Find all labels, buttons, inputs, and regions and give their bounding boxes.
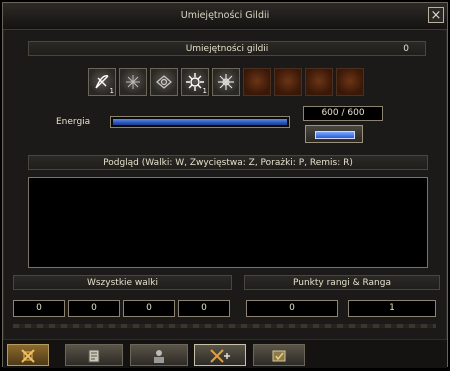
approve-icon <box>272 350 286 362</box>
fights-total: 0 <box>13 300 65 317</box>
skill-slot-6[interactable] <box>243 68 271 96</box>
energy-button-indicator <box>315 131 355 139</box>
window-title: Umiejętności Gildii <box>180 10 270 21</box>
rank-points: 0 <box>246 300 338 317</box>
skills-header-label: Umiejętności gildii <box>185 44 269 54</box>
fights-losses: 0 <box>123 300 175 317</box>
energy-label: Energia <box>56 117 91 127</box>
title-bar[interactable]: Umiejętności Gildii × <box>3 3 447 30</box>
rank-value: 1 <box>348 300 436 317</box>
skill-points-count: 0 <box>403 44 409 54</box>
skills-header: Umiejętności gildii 0 <box>28 41 426 56</box>
energy-button[interactable] <box>305 125 363 143</box>
tab-approve[interactable] <box>253 344 305 366</box>
all-fights-header: Wszystkie walki <box>13 275 232 290</box>
guild-emblem-icon <box>21 349 35 363</box>
skill-slot-2[interactable] <box>119 68 147 96</box>
rank-label: Punkty rangi & Ranga <box>293 278 391 288</box>
frost-skill-icon <box>126 75 140 89</box>
fights-wins: 0 <box>68 300 120 317</box>
skill-slot-8[interactable] <box>305 68 333 96</box>
rank-header: Punkty rangi & Ranga <box>244 275 440 290</box>
close-button[interactable]: × <box>428 7 444 23</box>
energy-bar-fill <box>113 119 287 125</box>
tab-members[interactable] <box>130 344 188 366</box>
energy-value: 600 / 600 <box>303 106 383 121</box>
skill-slot-3[interactable] <box>150 68 178 96</box>
energy-bar <box>110 116 290 128</box>
snowflake-skill-icon <box>218 74 234 90</box>
eye-skill-icon <box>156 75 172 89</box>
bottom-tab-bar <box>3 339 447 368</box>
fights-draws: 0 <box>178 300 230 317</box>
tab-notes[interactable] <box>65 344 123 366</box>
divider-ornament <box>13 324 436 328</box>
skill-level-badge: 1 <box>109 87 114 95</box>
guild-skills-window: Umiejętności Gildii × Umiejętności gildi… <box>2 2 448 368</box>
notes-icon <box>88 349 100 363</box>
tab-fights[interactable] <box>194 344 246 366</box>
close-icon: × <box>430 8 442 23</box>
preview-header: Podgląd (Walki: W, Zwycięstwa: Z, Porażk… <box>28 155 428 170</box>
skill-slot-5[interactable] <box>212 68 240 96</box>
skill-level-badge: 1 <box>202 87 207 95</box>
preview-panel <box>28 177 428 268</box>
skill-slot-9[interactable] <box>336 68 364 96</box>
skill-slot-1[interactable]: 1 <box>88 68 116 96</box>
preview-label: Podgląd (Walki: W, Zwycięstwa: Z, Porażk… <box>103 158 353 168</box>
skill-slot-7[interactable] <box>274 68 302 96</box>
all-fights-label: Wszystkie walki <box>86 278 159 288</box>
crossed-swords-icon <box>210 349 230 363</box>
members-icon <box>154 350 164 363</box>
skill-slot-4[interactable]: 1 <box>181 68 209 96</box>
tab-guild[interactable] <box>7 344 49 366</box>
